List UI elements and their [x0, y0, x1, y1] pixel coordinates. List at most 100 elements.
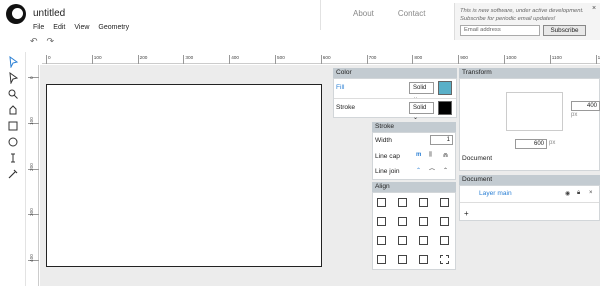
zoom-icon[interactable] [6, 88, 20, 100]
ruler-tick [412, 55, 414, 64]
rectangle-tool-icon[interactable] [6, 120, 20, 132]
butt-cap-icon[interactable]: m [416, 152, 421, 158]
width-unit: px [549, 140, 556, 146]
ruler-label: 400 [29, 254, 34, 263]
ruler-tick [458, 55, 460, 64]
color-panel: Fill Solid ⌄ Stroke Solid ⌄ [333, 78, 457, 121]
header-divider [320, 0, 321, 30]
add-layer-button[interactable]: + [464, 209, 469, 218]
ruler-label: 200 [29, 162, 34, 171]
width-input[interactable]: 600 [515, 139, 547, 149]
document-panel: Layer main ◉ 🔒︎ × + [459, 185, 600, 221]
align-button-icon[interactable] [377, 217, 386, 226]
align-button-icon[interactable] [440, 217, 449, 226]
vertical-ruler: 0 100 200 300 400 [28, 65, 39, 286]
nav-contact-link[interactable]: Contact [398, 9, 426, 18]
ruler-label: 300 [29, 208, 34, 217]
align-button-icon[interactable] [398, 255, 407, 264]
ruler-label: 600 [322, 55, 331, 60]
ellipse-tool-icon[interactable] [6, 136, 20, 148]
align-button-icon[interactable] [440, 255, 449, 264]
ruler-label: 700 [368, 55, 377, 60]
fill-type-value: Solid [413, 85, 427, 91]
align-button-icon[interactable] [419, 198, 428, 207]
document-title[interactable]: untitled [33, 8, 65, 19]
ruler-tick [229, 55, 231, 64]
eyedropper-icon[interactable] [6, 168, 20, 180]
panel-divider [460, 202, 599, 203]
align-button-icon[interactable] [440, 198, 449, 207]
square-cap-icon[interactable]: ⋒ [443, 152, 448, 159]
close-icon[interactable]: × [589, 190, 593, 196]
height-input[interactable]: 400 [571, 101, 600, 111]
align-panel-header: Align [372, 182, 456, 192]
menu-file[interactable]: File [33, 24, 44, 31]
align-button-icon[interactable] [377, 198, 386, 207]
newsletter-line-2: Subscribe for periodic email updates! [460, 16, 556, 22]
round-join-icon[interactable]: ⌒ [429, 167, 435, 176]
align-button-icon[interactable] [398, 236, 407, 245]
stroke-panel: Width 1 Line cap m ⫼ ⋒ Line join ⌃ ⌒ ⌃ [372, 132, 456, 180]
eye-icon[interactable]: ◉ [565, 190, 570, 197]
miter-join-icon[interactable]: ⌃ [416, 167, 421, 174]
direct-select-tool-icon[interactable] [6, 71, 20, 85]
pointer-tool-icon[interactable] [6, 55, 20, 69]
stroke-panel-header: Stroke [372, 122, 456, 132]
nav-about-link[interactable]: About [353, 9, 374, 18]
transform-panel: 400 px 600 px Document [459, 78, 600, 171]
artboard[interactable] [46, 84, 322, 267]
paint-bucket-icon[interactable] [6, 104, 20, 116]
ruler-label: 200 [139, 55, 148, 60]
fill-color-swatch[interactable] [438, 81, 452, 95]
ruler-label: 0 [29, 76, 34, 79]
newsletter-message: This is new software, under active devel… [460, 7, 590, 23]
ruler-label: 100 [29, 116, 34, 125]
align-button-icon[interactable] [419, 255, 428, 264]
align-panel [372, 192, 456, 270]
ruler-tick [366, 55, 368, 64]
ruler-label: 100 [93, 55, 102, 60]
stroke-color-swatch[interactable] [438, 101, 452, 115]
align-button-icon[interactable] [440, 236, 449, 245]
menu-view[interactable]: View [74, 24, 89, 31]
stroke-label[interactable]: Stroke [336, 104, 355, 111]
layer-name[interactable]: Layer main [479, 190, 512, 197]
newsletter-email-input[interactable]: Email address [460, 25, 540, 36]
ruler-tick [91, 55, 93, 64]
lock-icon[interactable]: 🔒︎ [577, 190, 580, 197]
horizontal-ruler: 0100200300400500600700800900100011001200 [42, 55, 600, 64]
stroke-type-select[interactable]: Solid ⌄ [409, 102, 434, 121]
ruler-label: 0 [48, 55, 51, 60]
transform-document-label: Document [462, 155, 493, 162]
chevron-down-icon: ⌄ [413, 115, 419, 121]
newsletter-box: This is new software, under active devel… [454, 3, 600, 40]
align-button-icon[interactable] [419, 217, 428, 226]
undo-icon[interactable]: ↶ [30, 36, 38, 47]
align-button-icon[interactable] [398, 217, 407, 226]
align-button-icon[interactable] [419, 236, 428, 245]
round-cap-icon[interactable]: ⫼ [429, 152, 432, 159]
align-button-icon[interactable] [377, 255, 386, 264]
menu-edit[interactable]: Edit [53, 24, 65, 31]
menu-geometry[interactable]: Geometry [98, 24, 129, 31]
ruler-label: 800 [414, 55, 423, 60]
color-panel-header: Color [333, 68, 457, 78]
transform-preview-box [506, 92, 563, 131]
newsletter-close-icon[interactable]: × [592, 5, 596, 12]
bevel-join-icon[interactable]: ⌃ [443, 167, 448, 174]
stroke-type-value: Solid [413, 105, 427, 111]
redo-icon[interactable]: ↷ [47, 36, 55, 47]
ruler-label: 300 [185, 55, 194, 60]
subscribe-button[interactable]: Subscribe [543, 25, 586, 36]
text-tool-icon[interactable] [6, 152, 20, 164]
align-button-icon[interactable] [398, 198, 407, 207]
line-join-label: Line join [375, 168, 400, 175]
fill-label[interactable]: Fill [336, 84, 344, 91]
align-button-icon[interactable] [377, 236, 386, 245]
ruler-tick [320, 55, 322, 64]
ruler-tick [504, 55, 505, 64]
stroke-width-input[interactable]: 1 [430, 135, 453, 145]
ruler-label: 1000 [506, 55, 517, 60]
fill-type-select[interactable]: Solid ⌄ [409, 82, 434, 101]
tool-bar [0, 52, 26, 286]
